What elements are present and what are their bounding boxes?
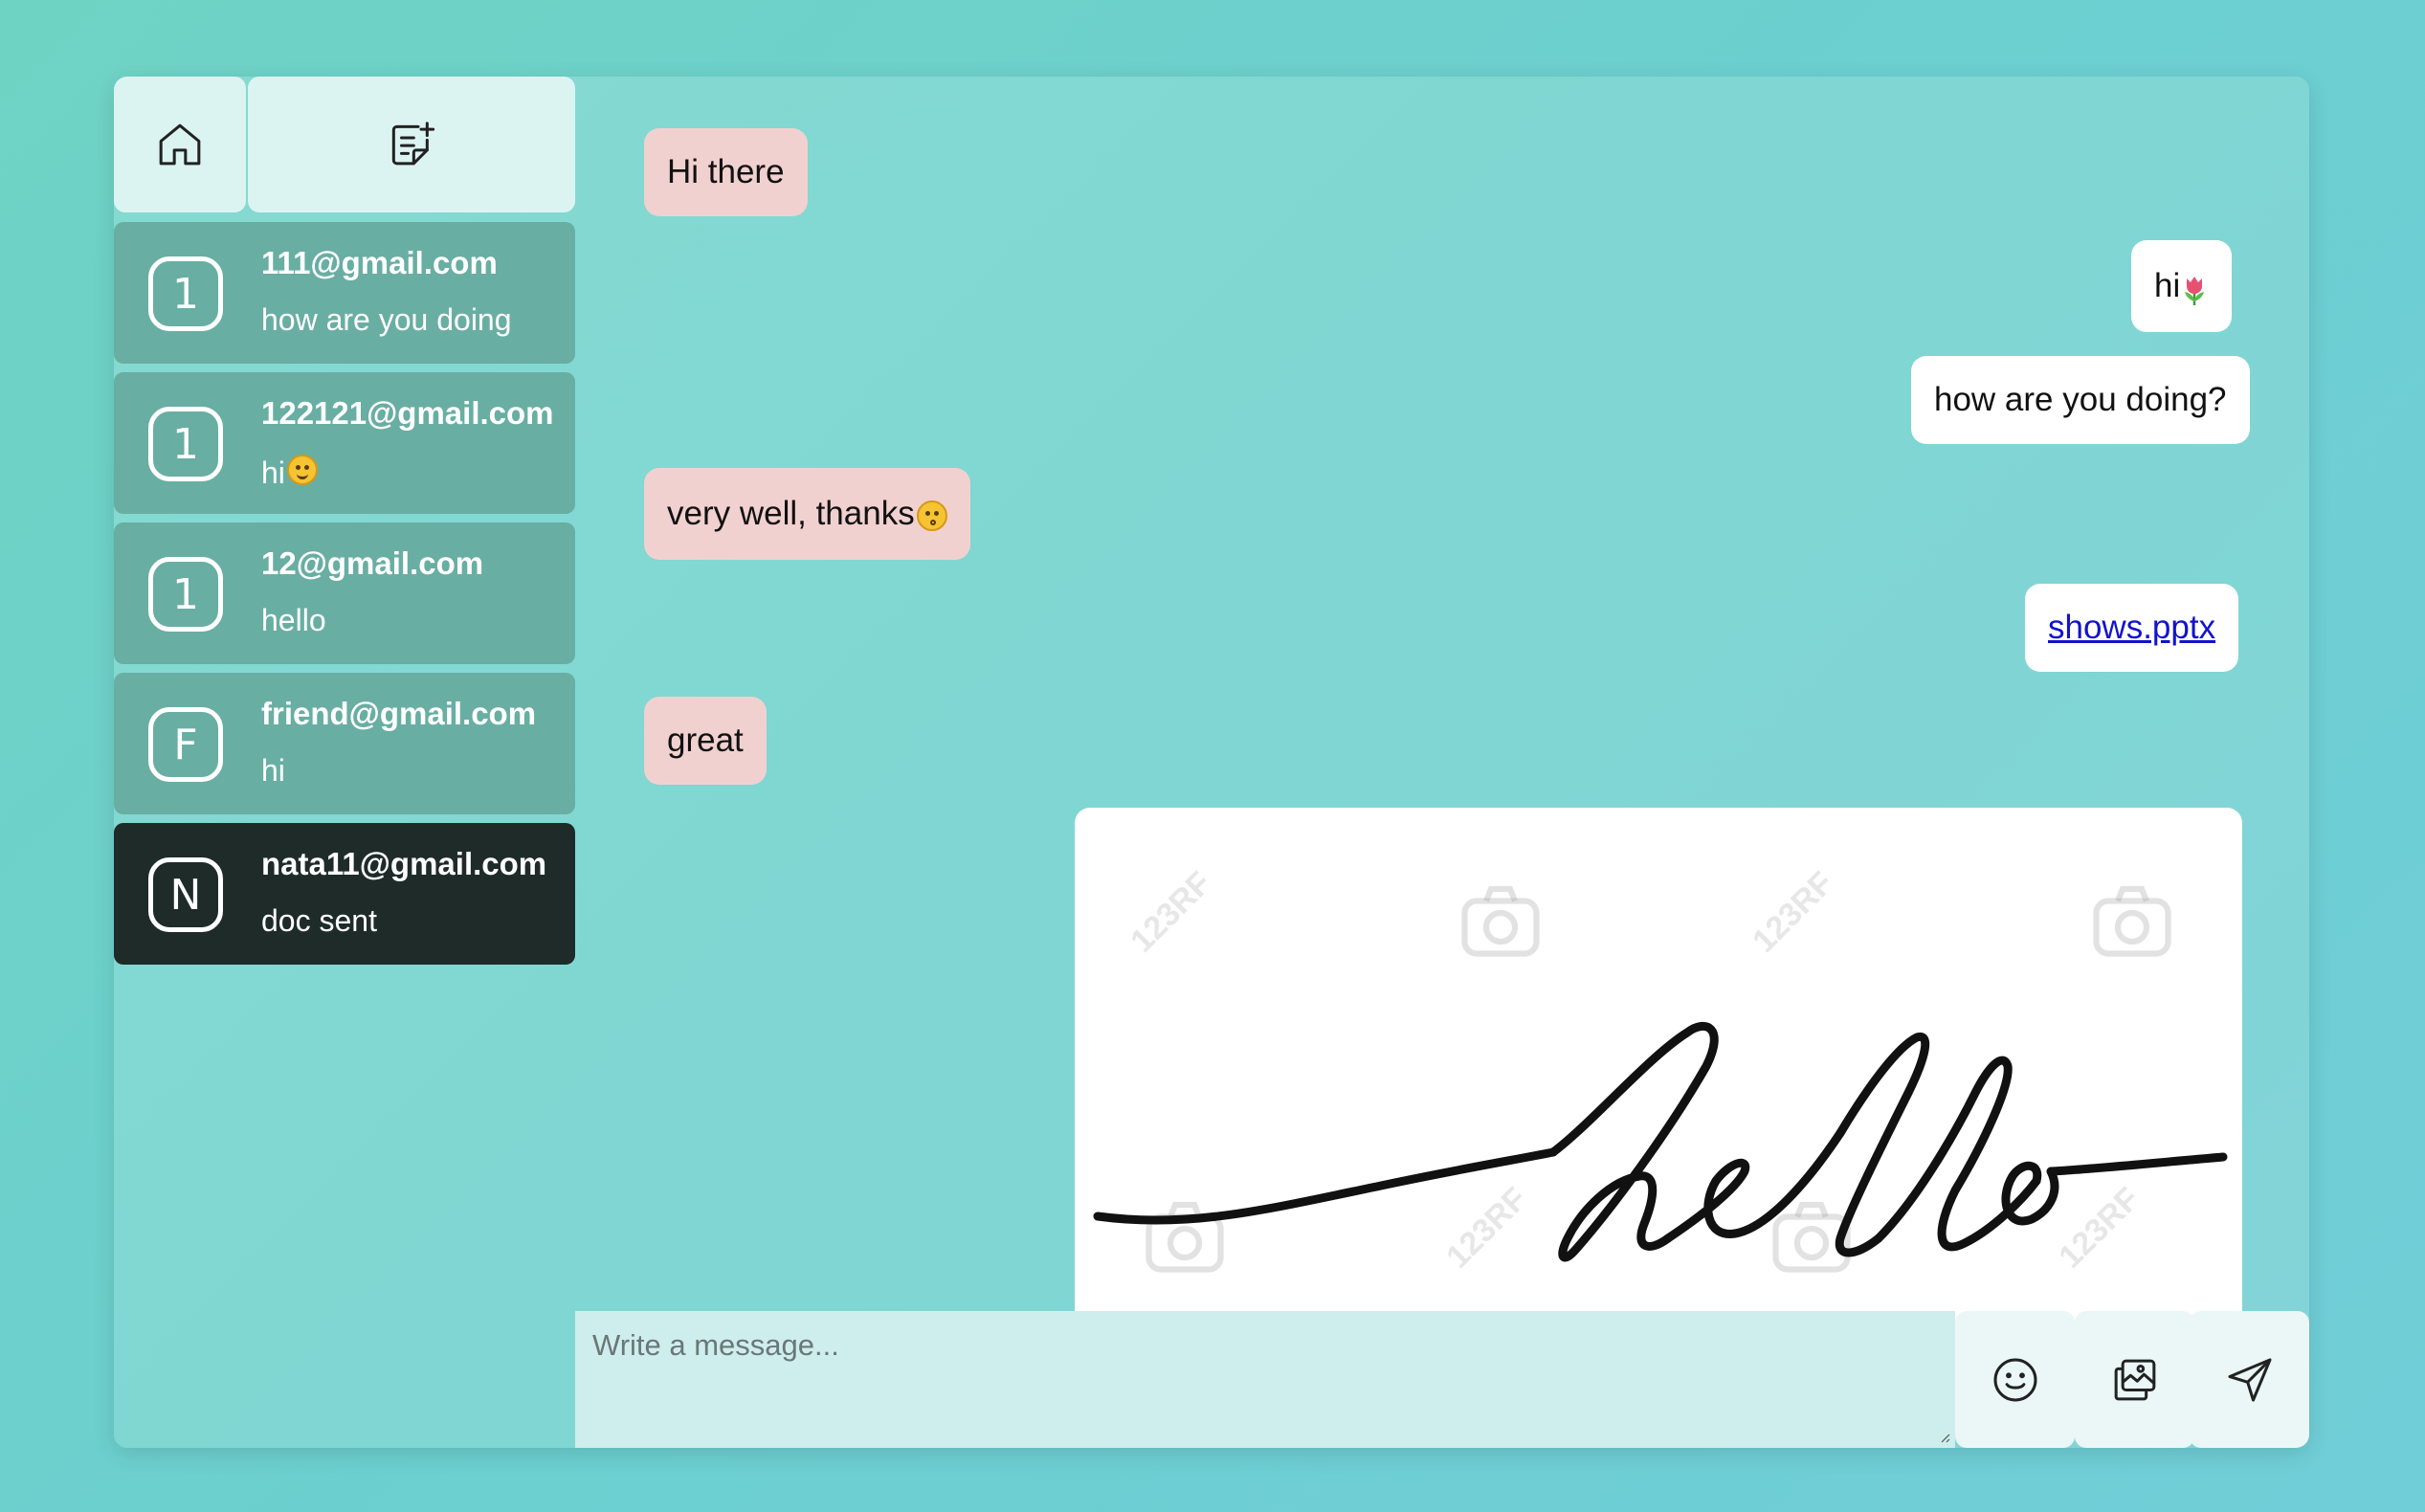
grinning-face-emoji-icon [286, 455, 318, 485]
contact-last-message: hi [261, 456, 285, 490]
chat-app: 1 111@gmail.com how are you doing 1 1221… [114, 77, 2309, 1448]
contact-last-message-row: hi [261, 453, 318, 491]
emoji-button[interactable] [1955, 1311, 2075, 1448]
contact-avatar: 1 [148, 407, 223, 481]
contact-item[interactable]: 1 111@gmail.com how are you doing [114, 222, 575, 364]
message-incoming: great [644, 697, 767, 785]
tulip-emoji-icon [2185, 277, 2205, 305]
contact-item[interactable]: 1 122121@gmail.com hi [114, 372, 575, 514]
image-upload-icon [2114, 1359, 2155, 1400]
hello-script-image [1093, 1021, 2228, 1262]
resize-handle-icon[interactable] [1936, 1429, 1951, 1444]
message-incoming: Hi there [644, 128, 808, 216]
message-outgoing: how are you doing? [1911, 356, 2250, 444]
message-outgoing: hi [2131, 240, 2233, 332]
message-incoming: very well, thanks [644, 468, 970, 560]
message-outgoing: shows.pptx [2025, 584, 2239, 672]
message-text: hi [2154, 267, 2181, 304]
contact-email: 122121@gmail.com [261, 395, 554, 431]
contact-avatar: 1 [148, 557, 223, 632]
contact-item[interactable]: F friend@gmail.com hi [114, 673, 575, 814]
message-text: how are you doing? [1934, 381, 2227, 418]
contact-email: nata11@gmail.com [261, 846, 547, 881]
contact-email: friend@gmail.com [261, 696, 537, 731]
contact-email: 111@gmail.com [261, 245, 498, 280]
send-button[interactable] [2190, 1311, 2309, 1448]
image-upload-button[interactable] [2075, 1311, 2194, 1448]
contact-last-message: hi [261, 753, 285, 788]
smiley-icon [1992, 1357, 2037, 1402]
send-icon [2227, 1357, 2272, 1402]
message-text: Hi there [667, 153, 785, 190]
file-attachment-link[interactable]: shows.pptx [2048, 609, 2215, 647]
image-message[interactable]: 123RF 123RF 123RF 123RF [1075, 808, 2242, 1382]
contact-last-message: hello [261, 603, 326, 637]
home-icon [159, 123, 201, 166]
contact-avatar: 1 [148, 256, 223, 331]
message-text: very well, thanks [667, 495, 915, 532]
contact-avatar: F [148, 707, 223, 782]
contact-last-message: doc sent [261, 903, 377, 938]
kissing-face-emoji-icon [916, 500, 947, 531]
message-input[interactable] [592, 1328, 1938, 1363]
contact-avatar: N [148, 857, 223, 932]
new-chat-button[interactable] [248, 77, 575, 212]
message-text: great [667, 722, 744, 759]
contact-item[interactable]: 1 12@gmail.com hello [114, 523, 575, 664]
home-button[interactable] [114, 77, 246, 212]
message-composer [575, 1311, 1955, 1448]
contact-email: 12@gmail.com [261, 545, 484, 581]
contact-last-message: how are you doing [261, 302, 512, 337]
new-chat-icon [391, 122, 435, 166]
sidebar-header [114, 77, 575, 212]
sidebar: 1 111@gmail.com how are you doing 1 1221… [114, 77, 575, 1448]
contact-item-active[interactable]: N nata11@gmail.com doc sent [114, 823, 575, 965]
